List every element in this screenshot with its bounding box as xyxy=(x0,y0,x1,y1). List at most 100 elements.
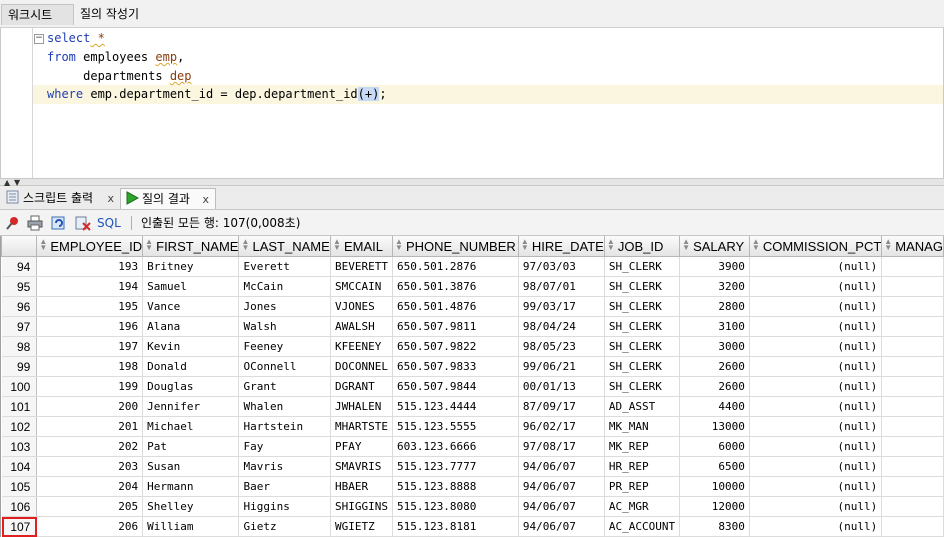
table-cell[interactable]: 197 xyxy=(36,336,144,357)
table-cell[interactable]: OConnell xyxy=(238,356,331,377)
table-cell[interactable]: AWALSH xyxy=(330,316,393,337)
column-header-email[interactable]: ▲ ▼ EMAIL xyxy=(329,236,393,257)
table-cell[interactable]: SH_CLERK xyxy=(604,276,681,297)
table-cell[interactable]: Fay xyxy=(238,436,331,457)
row-number-cell[interactable]: 107 xyxy=(1,516,38,537)
table-cell[interactable]: 3100 xyxy=(679,316,750,337)
table-cell[interactable]: 3000 xyxy=(679,336,750,357)
table-cell[interactable] xyxy=(881,296,944,317)
table-cell[interactable]: SMAVRIS xyxy=(330,456,393,477)
sort-arrows-icon[interactable]: ▲ ▼ xyxy=(39,238,47,252)
table-cell[interactable]: BEVERETT xyxy=(330,256,393,277)
table-cell[interactable]: (null) xyxy=(749,516,883,537)
table-row[interactable]: 100 199 Douglas Grant DGRANT 650.507.9844 00/0… xyxy=(1,376,944,397)
fold-toggle-icon[interactable]: − xyxy=(34,34,44,44)
tab-worksheet[interactable]: 워크시트 xyxy=(1,4,74,25)
table-cell[interactable]: 6500 xyxy=(679,456,750,477)
table-cell[interactable]: 2600 xyxy=(679,376,750,397)
table-cell[interactable]: 650.507.9811 xyxy=(392,316,519,337)
table-cell[interactable]: KFEENEY xyxy=(330,336,393,357)
table-cell[interactable]: 515.123.7777 xyxy=(392,456,519,477)
sort-arrows-icon[interactable]: ▲ ▼ xyxy=(241,238,249,252)
column-header-job-id[interactable]: ▲ ▼ JOB_ID xyxy=(603,236,681,257)
table-cell[interactable] xyxy=(881,416,944,437)
column-header-salary[interactable]: ▲ ▼ SALARY xyxy=(679,236,750,257)
table-row[interactable]: 106 205 Shelley Higgins SHIGGINS 515.123.8080… xyxy=(1,496,944,517)
row-number-cell[interactable]: 99 xyxy=(1,356,38,377)
table-cell[interactable]: DGRANT xyxy=(330,376,393,397)
row-number-cell[interactable]: 100 xyxy=(1,376,38,397)
table-cell[interactable]: 203 xyxy=(36,456,144,477)
table-cell[interactable]: AC_ACCOUNT xyxy=(604,516,681,537)
table-cell[interactable]: Pat xyxy=(142,436,240,457)
table-cell[interactable]: AD_ASST xyxy=(604,396,681,417)
table-cell[interactable]: Donald xyxy=(142,356,240,377)
sql-button[interactable]: SQL xyxy=(97,215,121,231)
table-cell[interactable]: DOCONNEL xyxy=(330,356,393,377)
table-cell[interactable]: (null) xyxy=(749,256,883,277)
table-cell[interactable]: 96/02/17 xyxy=(518,416,605,437)
table-cell[interactable]: SH_CLERK xyxy=(604,376,681,397)
table-cell[interactable]: 650.501.2876 xyxy=(392,256,519,277)
row-number-cell[interactable]: 95 xyxy=(1,276,38,297)
table-row[interactable]: 102 201 Michael Hartstein MHARTSTE 515.123.55… xyxy=(1,416,944,437)
table-cell[interactable]: 650.501.4876 xyxy=(392,296,519,317)
column-header-commission-pct[interactable]: ▲ ▼ COMMISSION_PCT xyxy=(748,236,883,257)
table-cell[interactable]: 194 xyxy=(36,276,144,297)
table-cell[interactable]: 515.123.5555 xyxy=(392,416,519,437)
tab-query-builder[interactable]: 질의 작성기 xyxy=(74,4,154,25)
table-row[interactable]: 101 200 Jennifer Whalen JWHALEN 515.123.4444 8… xyxy=(1,396,944,417)
collapse-down-icon[interactable]: ▼ xyxy=(14,179,20,187)
result-grid[interactable]: ▲ ▼ EMPLOYEE_ID ▲ ▼ FIRST_NAME ▲ ▼ LAST_NAME ▲ ▼ EM… xyxy=(0,236,944,537)
table-cell[interactable]: MK_REP xyxy=(604,436,681,457)
table-cell[interactable]: 99/03/17 xyxy=(518,296,605,317)
table-row[interactable]: 94 193 Britney Everett BEVERETT 650.501.2876 9… xyxy=(1,256,944,277)
table-cell[interactable]: (null) xyxy=(749,296,883,317)
table-row[interactable]: 103 202 Pat Fay PFAY 603.123.6666 97/08/17 MK_R… xyxy=(1,436,944,457)
table-cell[interactable]: Kevin xyxy=(142,336,240,357)
table-cell[interactable]: 515.123.8080 xyxy=(392,496,519,517)
close-script-output-icon[interactable]: x xyxy=(107,188,114,209)
table-cell[interactable] xyxy=(881,276,944,297)
table-cell[interactable]: 603.123.6666 xyxy=(392,436,519,457)
table-cell[interactable]: (null) xyxy=(749,316,883,337)
table-cell[interactable]: 97/08/17 xyxy=(518,436,605,457)
table-cell[interactable]: 515.123.8181 xyxy=(392,516,519,537)
table-cell[interactable]: 2600 xyxy=(679,356,750,377)
table-cell[interactable]: HBAER xyxy=(330,476,393,497)
table-row[interactable]: 99 198 Donald OConnell DOCONNEL 650.507.9833 9… xyxy=(1,356,944,377)
table-cell[interactable]: SH_CLERK xyxy=(604,356,681,377)
table-cell[interactable]: Vance xyxy=(142,296,240,317)
table-cell[interactable]: 00/01/13 xyxy=(518,376,605,397)
table-cell[interactable]: Whalen xyxy=(238,396,331,417)
table-cell[interactable]: 2800 xyxy=(679,296,750,317)
sort-arrows-icon[interactable]: ▲ ▼ xyxy=(884,238,892,252)
table-row[interactable]: 98 197 Kevin Feeney KFEENEY 650.507.9822 98/05… xyxy=(1,336,944,357)
sort-arrows-icon[interactable]: ▲ ▼ xyxy=(607,238,615,252)
table-cell[interactable]: MK_MAN xyxy=(604,416,681,437)
row-number-cell[interactable]: 104 xyxy=(1,456,38,477)
table-cell[interactable] xyxy=(881,476,944,497)
table-row[interactable]: 96 195 Vance Jones VJONES 650.501.4876 99/03/1… xyxy=(1,296,944,317)
table-cell[interactable]: SH_CLERK xyxy=(604,336,681,357)
table-cell[interactable]: VJONES xyxy=(330,296,393,317)
table-cell[interactable]: (null) xyxy=(749,416,883,437)
table-cell[interactable]: 200 xyxy=(36,396,144,417)
table-cell[interactable]: Walsh xyxy=(238,316,331,337)
table-row[interactable]: 97 196 Alana Walsh AWALSH 650.507.9811 98/04/2… xyxy=(1,316,944,337)
table-cell[interactable]: 98/04/24 xyxy=(518,316,605,337)
delete-rows-icon[interactable] xyxy=(75,215,91,231)
table-cell[interactable]: William xyxy=(142,516,240,537)
table-cell[interactable]: MHARTSTE xyxy=(330,416,393,437)
row-number-cell[interactable]: 98 xyxy=(1,336,38,357)
table-cell[interactable]: SMCCAIN xyxy=(330,276,393,297)
table-cell[interactable] xyxy=(881,316,944,337)
table-cell[interactable]: PR_REP xyxy=(604,476,681,497)
tab-script-output[interactable]: 스크립트 출력 x xyxy=(2,188,120,209)
table-cell[interactable]: 515.123.4444 xyxy=(392,396,519,417)
pin-icon[interactable] xyxy=(5,215,21,231)
row-number-cell[interactable]: 102 xyxy=(1,416,38,437)
table-cell[interactable]: SH_CLERK xyxy=(604,296,681,317)
table-row[interactable]: 105 204 Hermann Baer HBAER 515.123.8888 94/06/… xyxy=(1,476,944,497)
table-cell[interactable]: Grant xyxy=(238,376,331,397)
